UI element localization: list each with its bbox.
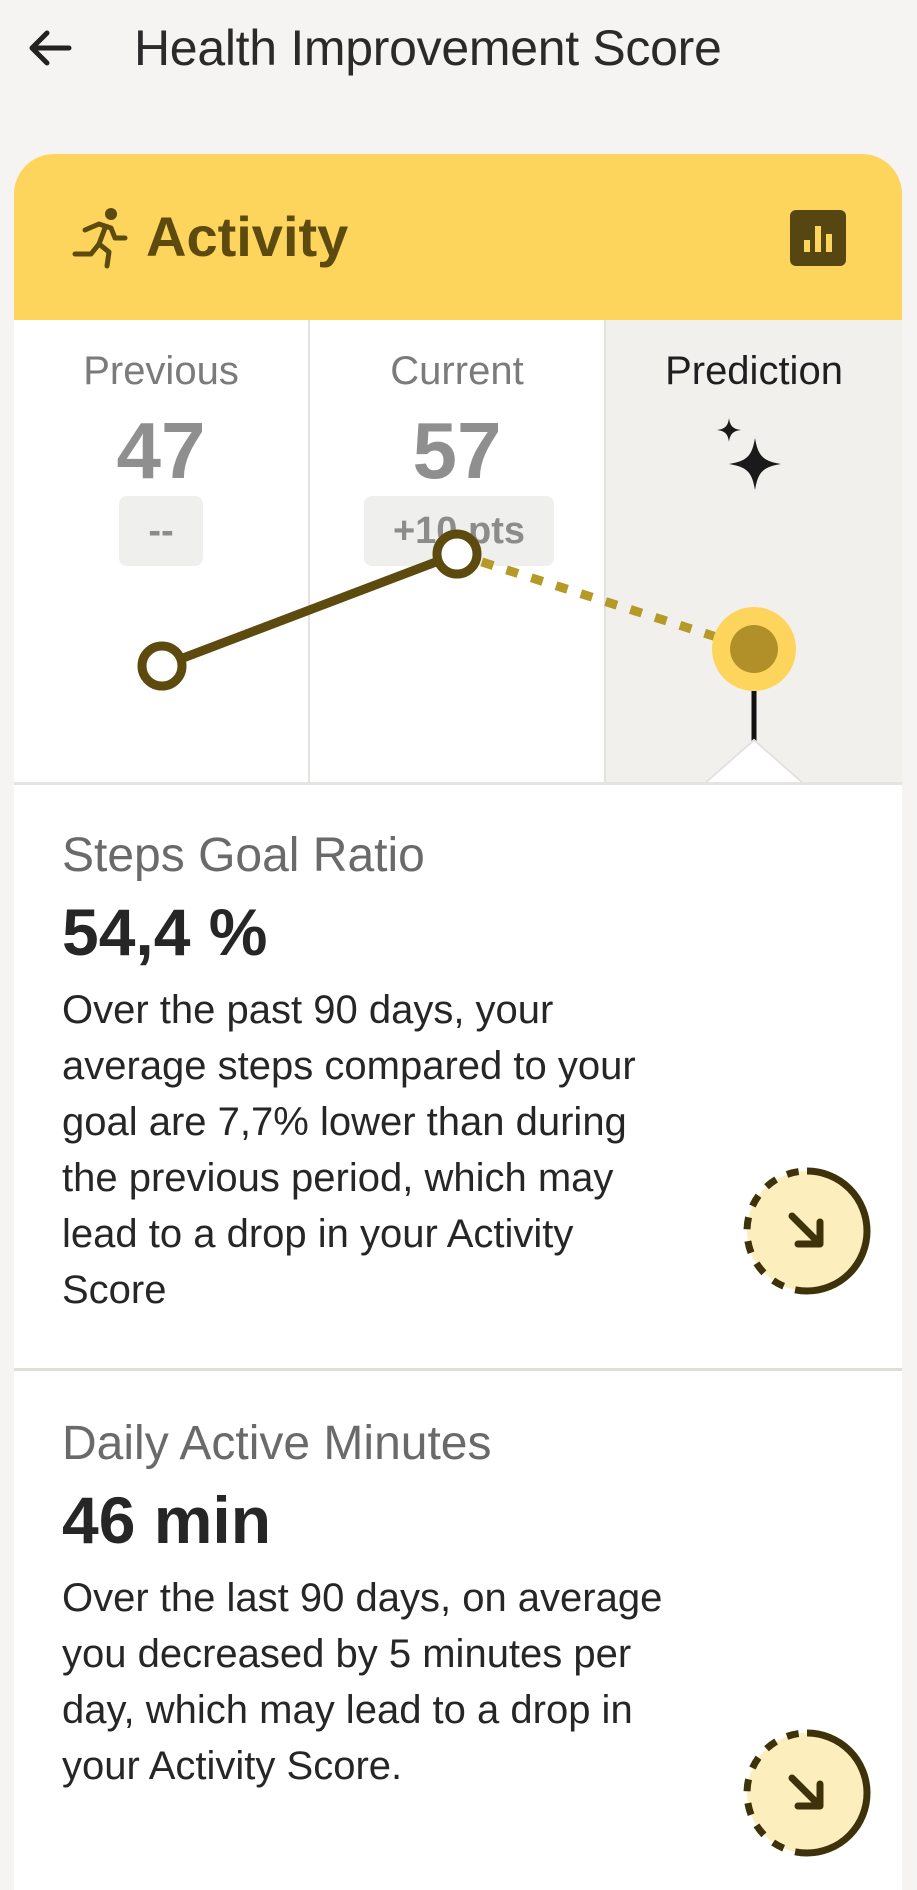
bar-chart-button[interactable]	[790, 210, 846, 266]
prediction-label: Prediction	[665, 349, 843, 393]
activity-card-header: Activity	[14, 154, 902, 320]
prediction-column[interactable]: Prediction	[606, 320, 902, 784]
metric-name: Daily Active Minutes	[62, 1417, 492, 1470]
metric-separator	[14, 1368, 902, 1371]
previous-column: Previous 47 --	[14, 320, 310, 784]
sparkle-icon	[717, 418, 781, 490]
trend-down-arrow-icon[interactable]	[740, 1164, 874, 1298]
metric-daily-active-minutes[interactable]: Daily Active Minutes 46 min Over the las…	[14, 1372, 902, 1890]
metric-description: Over the last 90 days, on average you de…	[62, 1576, 663, 1788]
back-button[interactable]	[22, 20, 78, 76]
current-score: 57	[412, 406, 502, 495]
running-person-icon	[72, 208, 128, 269]
current-label: Current	[390, 349, 524, 393]
score-columns: Previous 47 -- Current 57 +10 pts Predic…	[14, 320, 902, 784]
previous-change-badge: --	[119, 496, 203, 566]
metric-value: 46 min	[62, 1483, 272, 1557]
app-header: Health Improvement Score	[0, 0, 917, 100]
current-column: Current 57 +10 pts	[310, 320, 606, 784]
metric-value: 54,4 %	[62, 895, 268, 969]
previous-label: Previous	[83, 349, 239, 393]
previous-score: 47	[116, 406, 206, 495]
trend-down-arrow-icon[interactable]	[740, 1726, 874, 1860]
current-change-badge: +10 pts	[364, 496, 554, 566]
card-title: Activity	[146, 205, 349, 268]
arrow-left-icon	[29, 30, 72, 66]
metric-name: Steps Goal Ratio	[62, 829, 425, 882]
metric-description: Over the past 90 days, your average step…	[62, 988, 636, 1312]
page-title: Health Improvement Score	[134, 20, 722, 76]
activity-card: Activity Previous 47 -- Current 57 +10 p…	[14, 154, 902, 1890]
